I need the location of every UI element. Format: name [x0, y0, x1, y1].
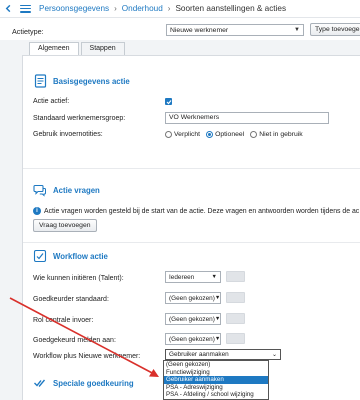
- approver-select[interactable]: (Geen gekozen) ▼: [165, 292, 221, 304]
- section-speciale-header: Speciale goedkeuring: [33, 376, 134, 390]
- info-icon: i: [33, 207, 41, 215]
- radio-label-optioneel: Optioneel: [215, 131, 245, 138]
- approver-extra-button[interactable]: [226, 292, 245, 303]
- breadcrumb-persoonsgegevens[interactable]: Persoonsgegevens: [39, 4, 109, 13]
- workflow-plus-value: Gebruiker aanmaken: [169, 351, 229, 358]
- notes-radio-group: Verplicht Optioneel Niet in gebruik: [165, 131, 309, 138]
- tab-content-panel: Basisgegevens actie Actie actief: Standa…: [22, 55, 360, 400]
- approved-notify-select[interactable]: (Geen gekozen) ▼: [165, 333, 221, 345]
- chevron-down-icon: ▼: [214, 316, 221, 322]
- vragen-info: i Actie vragen worden gesteld bij de sta…: [33, 207, 360, 215]
- chevron-down-icon: ▼: [211, 274, 217, 280]
- double-check-icon: [33, 376, 47, 390]
- section-workflow-header: Workflow actie: [33, 249, 108, 263]
- initiators-select[interactable]: Iedereen ▼: [165, 271, 221, 283]
- document-icon: [33, 74, 47, 88]
- approved-notify-extra-button[interactable]: [226, 333, 245, 344]
- workflow-icon: [33, 249, 47, 263]
- initiators-select-value: Iedereen: [169, 273, 195, 281]
- back-arrow-icon[interactable]: [3, 4, 13, 14]
- central-input-role-select[interactable]: (Geen gekozen) ▼: [165, 313, 221, 325]
- workflow-plus-dropdown: (Geen gekozen) Functiewijziging Gebruike…: [163, 360, 269, 400]
- dropdown-option[interactable]: (Geen gekozen): [164, 361, 268, 369]
- tab-bar: Algemeen Stappen: [29, 42, 127, 56]
- workflow-plus-label: Workflow plus Nieuwe werknemer:: [33, 353, 141, 360]
- vragen-info-text: Actie vragen worden gesteld bij de start…: [44, 207, 360, 215]
- divider: [23, 168, 360, 169]
- workflow-row-label: Goedgekeurd melden aan:: [33, 337, 116, 344]
- dropdown-option[interactable]: PSA - Adreswijziging: [164, 384, 268, 392]
- tab-stappen[interactable]: Stappen: [80, 42, 125, 55]
- section-basisgegevens-title: Basisgegevens actie: [53, 76, 130, 86]
- radio-niet-in-gebruik[interactable]: Niet in gebruik: [250, 131, 303, 138]
- approved-notify-value: (Geen gekozen): [169, 335, 215, 343]
- workflow-plus-select[interactable]: Gebruiker aanmaken ⌄: [165, 349, 281, 360]
- radio-label-niet-in-gebruik: Niet in gebruik: [259, 131, 303, 138]
- menu-icon[interactable]: [20, 4, 31, 13]
- chevron-down-icon: ▼: [214, 295, 221, 301]
- initiators-extra-button[interactable]: [226, 271, 245, 282]
- section-vragen-title: Actie vragen: [53, 185, 100, 195]
- active-checkbox[interactable]: [165, 98, 172, 105]
- add-question-button[interactable]: Vraag toevoegen: [33, 219, 97, 232]
- tab-algemeen[interactable]: Algemeen: [29, 42, 79, 56]
- workflow-row-label: Rol centrale invoer:: [33, 317, 94, 324]
- active-label: Actie actief:: [33, 98, 70, 105]
- workflow-row-label: Wie kunnen initiëren (Talent):: [33, 275, 124, 282]
- dropdown-option[interactable]: PSA - Afdeling / school wijziging: [164, 391, 268, 399]
- central-input-role-value: (Geen gekozen): [169, 315, 215, 323]
- section-basisgegevens-header: Basisgegevens actie: [33, 74, 130, 88]
- chat-bubbles-icon: [33, 183, 47, 197]
- breadcrumb-separator-icon: ›: [114, 4, 117, 13]
- section-workflow-title: Workflow actie: [53, 251, 108, 261]
- radio-button[interactable]: [165, 131, 172, 138]
- action-type-label: Actietype:: [12, 27, 44, 36]
- section-speciale-title: Speciale goedkeuring: [53, 378, 134, 388]
- dropdown-option-selected[interactable]: Gebruiker aanmaken: [164, 376, 268, 384]
- notes-label: Gebruik invoernotities:: [33, 131, 103, 138]
- breadcrumb: Persoonsgegevens › Onderhoud › Soorten a…: [39, 4, 286, 13]
- top-bar: Persoonsgegevens › Onderhoud › Soorten a…: [0, 0, 360, 18]
- section-vragen-header: Actie vragen: [33, 183, 100, 197]
- group-field[interactable]: VO Werknemers: [165, 112, 329, 124]
- breadcrumb-separator-icon: ›: [167, 4, 171, 13]
- workflow-row-label: Goedkeurder standaard:: [33, 296, 109, 303]
- add-type-button[interactable]: Type toevoegen: [310, 23, 360, 36]
- radio-button-selected[interactable]: [206, 131, 214, 138]
- chevron-down-icon: ▼: [214, 336, 221, 342]
- approver-select-value: (Geen gekozen): [169, 294, 215, 302]
- dropdown-option[interactable]: Functiewijziging: [164, 369, 268, 377]
- radio-button[interactable]: [250, 131, 258, 138]
- action-type-bar: Actietype: Nieuwe werknemer ▼ Type toevo…: [0, 18, 360, 40]
- radio-label-verplicht: Verplicht: [174, 131, 201, 138]
- central-input-role-extra-button[interactable]: [226, 313, 245, 324]
- action-type-select[interactable]: Nieuwe werknemer ▼: [166, 24, 304, 36]
- chevron-down-icon: ▼: [294, 27, 300, 33]
- breadcrumb-onderhoud[interactable]: Onderhoud: [122, 4, 163, 13]
- divider: [23, 242, 360, 243]
- action-type-select-value: Nieuwe werknemer: [170, 26, 229, 34]
- radio-verplicht[interactable]: Verplicht: [165, 131, 200, 138]
- chevron-down-icon: ⌄: [271, 352, 277, 358]
- group-label: Standaard werknemersgroep:: [33, 115, 126, 122]
- breadcrumb-current: Soorten aanstellingen & acties: [175, 4, 287, 13]
- radio-optioneel[interactable]: Optioneel: [206, 131, 244, 138]
